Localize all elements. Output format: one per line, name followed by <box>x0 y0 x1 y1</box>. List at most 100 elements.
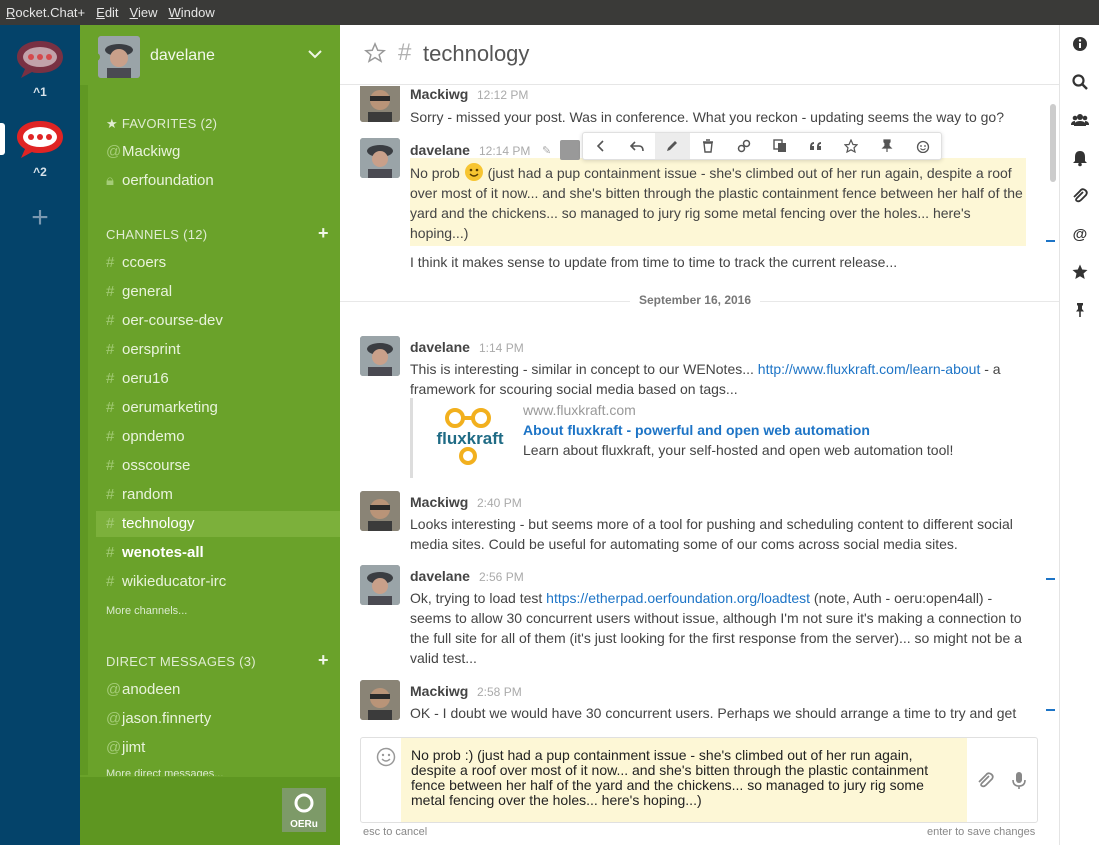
unread-marker <box>1046 578 1055 580</box>
message-time: 2:58 PM <box>477 685 522 699</box>
message-author[interactable]: davelane <box>410 339 470 355</box>
oeru-logo: OERu <box>282 788 326 832</box>
menu-edit[interactable]: Edit <box>96 5 118 20</box>
menu-window[interactable]: Window <box>169 5 215 20</box>
smile-emoji-icon <box>464 162 484 182</box>
emoji-picker-icon[interactable] <box>375 746 397 768</box>
sidebar: davelane ★ FAVORITES (2) @Mackiwg 🔒︎ oerf… <box>80 25 340 845</box>
info-icon[interactable] <box>1071 35 1089 53</box>
cancel-hint: esc to cancel <box>363 826 428 838</box>
paperclip-icon[interactable] <box>1071 187 1089 205</box>
sidebar-item-mackiwg[interactable]: @Mackiwg <box>96 139 340 165</box>
avatar[interactable] <box>360 680 400 720</box>
reply-button[interactable] <box>619 133 655 159</box>
room-header: # technology <box>340 25 1059 85</box>
collapse-actions-button[interactable] <box>583 133 619 159</box>
quote-icon <box>809 142 821 150</box>
sidebar-item-oer-course-dev[interactable]: # oer-course-dev <box>96 308 340 334</box>
add-server-icon[interactable]: + <box>27 203 53 233</box>
starred-icon[interactable] <box>1071 263 1089 281</box>
message-body: No prob (just had a pup containment issu… <box>410 162 1024 243</box>
server-2[interactable]: ^2 <box>0 117 80 179</box>
message-author[interactable]: davelane <box>410 142 470 158</box>
sidebar-item-jimt[interactable]: @jimt <box>96 735 340 761</box>
sidebar-item-ccoers[interactable]: # ccoers <box>96 250 340 276</box>
more-dms-link[interactable]: More direct messages... <box>106 768 223 776</box>
edit-button[interactable] <box>654 133 691 159</box>
room-title: technology <box>423 41 530 66</box>
hash-icon: # <box>106 428 115 445</box>
bell-icon[interactable] <box>1071 149 1089 167</box>
search-icon[interactable] <box>1071 73 1089 91</box>
message-input[interactable]: No prob :) (just had a pup containment i… <box>401 738 967 822</box>
sidebar-item-anodeen[interactable]: @anodeen <box>96 677 340 703</box>
edited-by-avatar <box>560 140 580 160</box>
pin-button[interactable] <box>869 133 905 159</box>
room-toolbar: @ <box>1059 25 1099 845</box>
server-2-label: ^2 <box>33 165 47 179</box>
chevron-down-icon[interactable] <box>308 47 322 61</box>
avatar[interactable] <box>360 86 400 122</box>
reaction-button[interactable] <box>905 133 941 159</box>
sidebar-item-wenotes-all[interactable]: # wenotes-all <box>96 540 340 566</box>
message-list: Mackiwg 12:12 PM Sorry - missed your pos… <box>340 86 1059 728</box>
more-channels-link[interactable]: More channels... <box>106 605 187 617</box>
quote-button[interactable] <box>798 133 834 159</box>
message-link[interactable]: http://www.fluxkraft.com/learn-about <box>758 361 981 377</box>
svg-text:@: @ <box>1073 226 1088 243</box>
message-author[interactable]: Mackiwg <box>410 494 468 510</box>
server-1[interactable]: ^1 <box>0 37 80 99</box>
sidebar-item-opndemo[interactable]: # opndemo <box>96 424 340 450</box>
message-author[interactable]: davelane <box>410 568 470 584</box>
at-icon: @ <box>106 710 122 727</box>
unread-marker <box>1046 709 1055 711</box>
menu-view[interactable]: View <box>130 5 158 20</box>
link-preview[interactable]: fluxkraft www.fluxkraft.com About fluxkr… <box>410 398 1030 478</box>
star-message-button[interactable] <box>834 133 870 159</box>
sidebar-item-random[interactable]: # random <box>96 482 340 508</box>
reply-icon <box>629 141 644 152</box>
add-dm-icon[interactable]: + <box>318 650 329 671</box>
copy-button[interactable] <box>762 133 798 159</box>
sidebar-item-oeru16[interactable]: # oeru16 <box>96 366 340 392</box>
user-header[interactable]: davelane <box>80 25 340 87</box>
message-body: OK - I doubt we would have 30 concurrent… <box>410 705 1017 721</box>
permalink-button[interactable] <box>726 133 762 159</box>
message-body: Looks interesting - but seems more of a … <box>410 516 1013 552</box>
hash-icon: # <box>106 399 115 416</box>
sidebar-item-wikieducator-irc[interactable]: # wikieducator-irc <box>96 569 340 595</box>
sidebar-item-jason-finnerty[interactable]: @jason.finnerty <box>96 706 340 732</box>
microphone-icon[interactable] <box>1009 770 1029 790</box>
menubar: Rocket.Chat+ Edit View Window <box>0 0 1099 25</box>
message-link[interactable]: https://etherpad.oerfoundation.org/loadt… <box>546 590 810 606</box>
avatar[interactable] <box>360 138 400 178</box>
delete-button[interactable] <box>690 133 726 159</box>
avatar[interactable] <box>360 336 400 376</box>
sidebar-item-technology[interactable]: # technology <box>96 511 340 537</box>
message-author[interactable]: Mackiwg <box>410 86 468 102</box>
link-icon <box>737 139 751 153</box>
pinned-icon[interactable] <box>1071 301 1089 319</box>
pencil-icon <box>667 141 678 151</box>
sidebar-item-osscourse[interactable]: # osscourse <box>96 453 340 479</box>
date-label: September 16, 2016 <box>630 293 760 307</box>
hash-icon: # <box>106 515 115 532</box>
add-channel-icon[interactable]: + <box>318 223 329 244</box>
sidebar-item-oersprint[interactable]: # oersprint <box>96 337 340 363</box>
favorite-star-icon[interactable] <box>364 42 386 64</box>
sidebar-item-general[interactable]: # general <box>96 279 340 305</box>
pin-icon <box>881 139 893 152</box>
preview-title[interactable]: About fluxkraft - powerful and open web … <box>523 422 870 438</box>
save-hint: enter to save changes <box>927 826 1036 838</box>
sidebar-item-oerfoundation[interactable]: 🔒︎ oerfoundation <box>96 168 340 194</box>
paperclip-icon[interactable] <box>975 770 995 790</box>
menu-app[interactable]: Rocket.Chat+ <box>6 5 85 20</box>
members-icon[interactable] <box>1071 111 1089 129</box>
rocketchat-logo-icon <box>17 41 63 78</box>
avatar[interactable] <box>360 491 400 531</box>
sidebar-item-oerumarketing[interactable]: # oerumarketing <box>96 395 340 421</box>
avatar[interactable] <box>360 565 400 605</box>
mention-icon[interactable]: @ <box>1071 225 1089 243</box>
scrollbar-thumb[interactable] <box>1050 104 1056 182</box>
message-author[interactable]: Mackiwg <box>410 683 468 699</box>
